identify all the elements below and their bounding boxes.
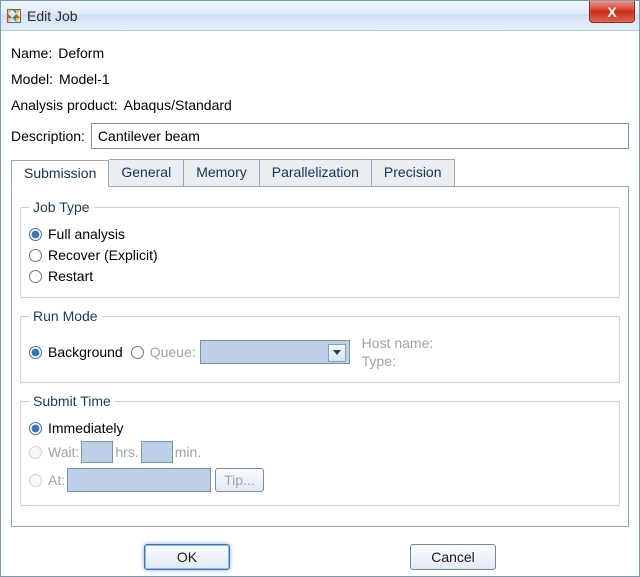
run-mode-legend: Run Mode bbox=[29, 308, 102, 324]
product-value: Abaqus/Standard bbox=[124, 97, 232, 113]
job-type-restart-label: Restart bbox=[48, 268, 93, 284]
wait-min-input bbox=[141, 441, 173, 463]
dialog-footer: OK Cancel bbox=[1, 544, 639, 570]
submit-wait-label: Wait: bbox=[48, 444, 79, 460]
tab-general[interactable]: General bbox=[109, 159, 184, 186]
submit-at-row: At: Tip... bbox=[29, 468, 611, 492]
submit-time-group: Submit Time Immediately Wait: hrs. min. … bbox=[20, 393, 620, 506]
submit-wait-row: Wait: hrs. min. bbox=[29, 441, 611, 463]
name-value: Deform bbox=[58, 45, 104, 61]
name-label: Name: bbox=[11, 45, 52, 61]
tab-parallelization[interactable]: Parallelization bbox=[260, 159, 372, 186]
tab-precision[interactable]: Precision bbox=[372, 159, 455, 186]
host-name-label: Host name: bbox=[362, 334, 434, 352]
product-row: Analysis product: Abaqus/Standard bbox=[11, 97, 629, 113]
model-row: Model: Model-1 bbox=[11, 71, 629, 87]
queue-select-wrap[interactable] bbox=[200, 340, 350, 364]
run-mode-queue-label: Queue: bbox=[150, 344, 196, 360]
job-type-legend: Job Type bbox=[29, 199, 94, 215]
submit-immediately-label: Immediately bbox=[48, 420, 123, 436]
job-type-group: Job Type Full analysis Recover (Explicit… bbox=[20, 199, 620, 298]
run-mode-background-radio[interactable] bbox=[29, 346, 42, 359]
job-type-recover-radio[interactable] bbox=[29, 249, 42, 262]
dialog-content: Name: Deform Model: Model-1 Analysis pro… bbox=[1, 31, 639, 531]
job-type-full[interactable]: Full analysis bbox=[29, 226, 611, 242]
job-type-recover-label: Recover (Explicit) bbox=[48, 247, 158, 263]
run-mode-background-label: Background bbox=[48, 344, 123, 360]
run-mode-queue[interactable]: Queue: bbox=[131, 344, 196, 360]
job-type-restart-radio[interactable] bbox=[29, 270, 42, 283]
submit-at-input bbox=[67, 468, 211, 492]
description-input[interactable] bbox=[91, 123, 629, 149]
job-type-full-radio[interactable] bbox=[29, 228, 42, 241]
model-label: Model: bbox=[11, 71, 53, 87]
submit-at-label: At: bbox=[48, 472, 65, 488]
tab-bar: Submission General Memory Parallelizatio… bbox=[11, 159, 629, 187]
app-icon bbox=[7, 9, 21, 23]
edit-job-dialog: Edit Job X Name: Deform Model: Model-1 A… bbox=[0, 0, 640, 577]
submit-wait-radio bbox=[29, 446, 42, 459]
wait-min-label: min. bbox=[175, 444, 201, 460]
queue-select[interactable] bbox=[200, 340, 350, 364]
close-button[interactable]: X bbox=[589, 1, 635, 23]
name-row: Name: Deform bbox=[11, 45, 629, 61]
titlebar[interactable]: Edit Job X bbox=[1, 1, 639, 31]
tip-button[interactable]: Tip... bbox=[215, 468, 264, 492]
submission-panel: Job Type Full analysis Recover (Explicit… bbox=[11, 187, 629, 527]
job-type-full-label: Full analysis bbox=[48, 226, 125, 242]
submit-time-legend: Submit Time bbox=[29, 393, 115, 409]
host-type-block: Host name: Type: bbox=[362, 334, 434, 370]
close-icon: X bbox=[607, 4, 616, 20]
type-label: Type: bbox=[362, 352, 434, 370]
job-type-restart[interactable]: Restart bbox=[29, 268, 611, 284]
submit-at-radio bbox=[29, 474, 42, 487]
submit-immediately[interactable]: Immediately bbox=[29, 420, 611, 436]
product-label: Analysis product: bbox=[11, 97, 118, 113]
run-mode-background[interactable]: Background bbox=[29, 344, 123, 360]
tab-submission[interactable]: Submission bbox=[11, 160, 109, 187]
run-mode-group: Run Mode Background Queue: Host name: bbox=[20, 308, 620, 383]
cancel-button[interactable]: Cancel bbox=[410, 544, 496, 570]
run-mode-queue-radio[interactable] bbox=[131, 346, 144, 359]
job-type-recover[interactable]: Recover (Explicit) bbox=[29, 247, 611, 263]
description-label: Description: bbox=[11, 128, 85, 144]
tab-memory[interactable]: Memory bbox=[184, 159, 260, 186]
model-value: Model-1 bbox=[59, 71, 110, 87]
submit-immediately-radio[interactable] bbox=[29, 422, 42, 435]
wait-hrs-label: hrs. bbox=[115, 444, 138, 460]
ok-button[interactable]: OK bbox=[144, 544, 230, 570]
description-row: Description: bbox=[11, 123, 629, 149]
window-title: Edit Job bbox=[27, 8, 78, 24]
wait-hours-input bbox=[81, 441, 113, 463]
